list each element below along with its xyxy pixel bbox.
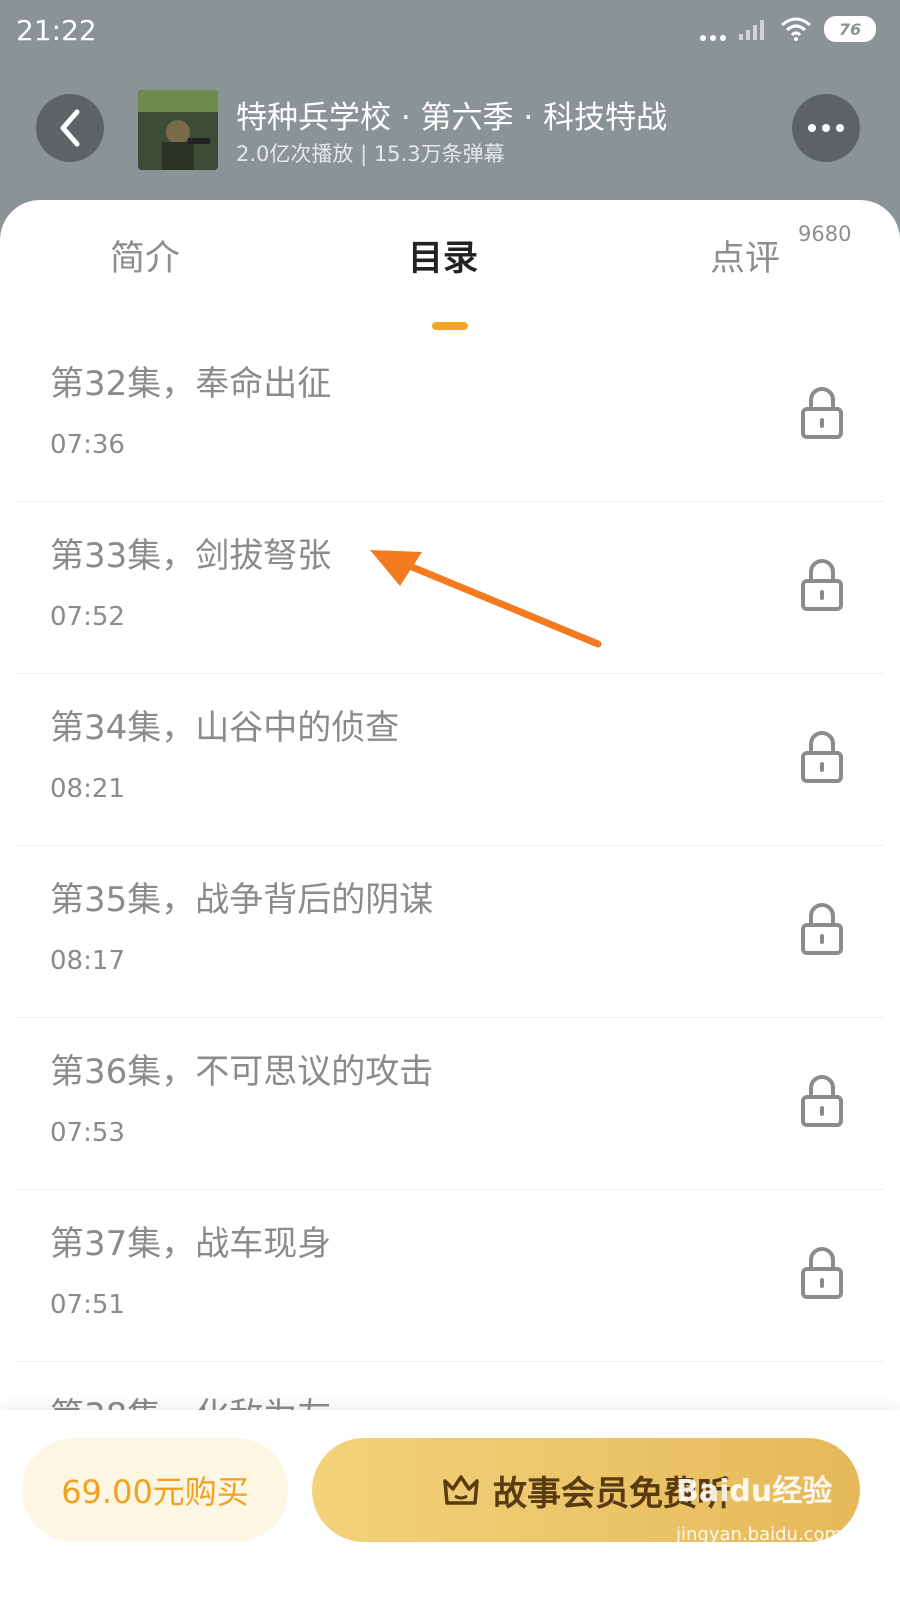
episode-duration: 07:36	[50, 430, 125, 460]
episode-title: 第37集，战车现身	[50, 1224, 332, 1264]
episode-list: 第32集，奉命出征 07:36 第33集，剑拔弩张 07:52 第34集，山谷中…	[16, 330, 884, 1533]
episode-duration: 08:17	[50, 946, 125, 976]
list-item[interactable]: 第37集，战车现身 07:51	[16, 1190, 884, 1362]
lock-icon	[801, 559, 843, 611]
list-item[interactable]: 第35集，战争背后的阴谋 08:17	[16, 846, 884, 1018]
cover-art	[138, 90, 218, 170]
chevron-left-icon	[60, 109, 80, 147]
episode-title: 第33集，剑拔弩张	[50, 536, 332, 576]
lock-icon	[801, 1075, 843, 1127]
more-dot	[836, 124, 844, 132]
episode-title: 第36集，不可思议的攻击	[50, 1052, 434, 1092]
list-item[interactable]: 第36集，不可思议的攻击 07:53	[16, 1018, 884, 1190]
content-sheet: 简介 目录 点评 9680 第32集，奉命出征 07:36 第33集，剑拔弩张 …	[0, 200, 900, 1600]
status-icons: 76	[700, 16, 876, 42]
more-button[interactable]	[792, 94, 860, 162]
status-bar: 21:22 76	[0, 0, 900, 62]
episode-duration: 07:51	[50, 1290, 125, 1320]
more-dot	[808, 124, 816, 132]
tab-catalog[interactable]: 目录	[408, 230, 478, 281]
wifi-icon	[781, 17, 811, 41]
album-stats: 2.0亿次播放 | 15.3万条弹幕	[236, 142, 505, 166]
tab-bar: 简介 目录 点评 9680	[0, 222, 900, 330]
notification-dots-icon	[700, 17, 726, 41]
album-title: 特种兵学校 · 第六季 · 科技特战	[236, 100, 668, 136]
lock-icon	[801, 387, 843, 439]
status-time: 21:22	[16, 14, 97, 47]
annotation-arrow	[370, 550, 602, 648]
watermark-logo: Baidu经验	[676, 1474, 833, 1509]
reviews-count: 9680	[798, 222, 852, 246]
tab-intro[interactable]: 简介	[110, 230, 180, 281]
battery-icon: 76	[824, 16, 876, 42]
header: 特种兵学校 · 第六季 · 科技特战 2.0亿次播放 | 15.3万条弹幕	[0, 90, 900, 180]
more-dot	[822, 124, 830, 132]
album-cover[interactable]	[138, 90, 218, 170]
buy-button[interactable]: 69.00元购买	[22, 1438, 288, 1542]
active-tab-indicator	[432, 322, 468, 330]
lock-icon	[801, 1247, 843, 1299]
list-item[interactable]: 第34集，山谷中的侦查 08:21	[16, 674, 884, 846]
signal-icon	[739, 20, 764, 40]
back-button[interactable]	[36, 94, 104, 162]
crown-icon	[443, 1475, 479, 1505]
lock-icon	[801, 731, 843, 783]
episode-duration: 07:52	[50, 602, 125, 632]
lock-icon	[801, 903, 843, 955]
episode-title: 第32集，奉命出征	[50, 364, 332, 404]
episode-duration: 08:21	[50, 774, 125, 804]
episode-duration: 07:53	[50, 1118, 125, 1148]
episode-title: 第35集，战争背后的阴谋	[50, 880, 434, 920]
watermark-url: jingyan.baidu.com	[676, 1524, 843, 1545]
list-item[interactable]: 第32集，奉命出征 07:36	[16, 330, 884, 502]
episode-title: 第34集，山谷中的侦查	[50, 708, 400, 748]
tab-reviews[interactable]: 点评	[710, 230, 780, 281]
